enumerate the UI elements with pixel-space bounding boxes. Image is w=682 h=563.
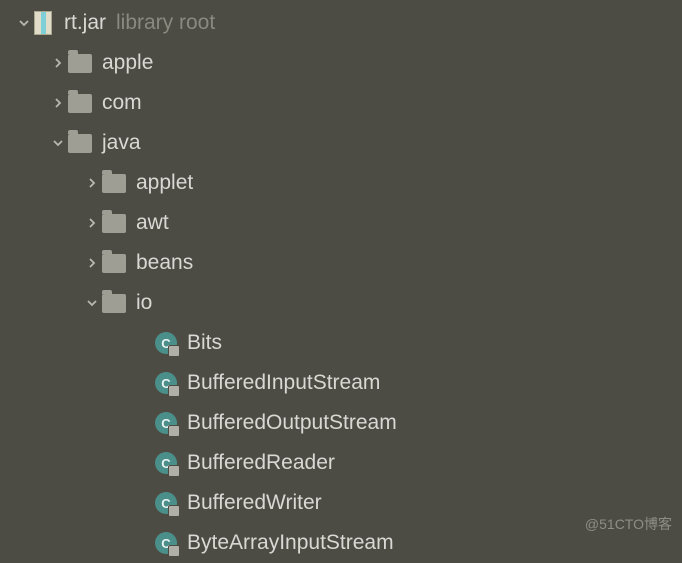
package-label: com — [102, 91, 142, 115]
package-label: apple — [102, 51, 153, 75]
tree-row-class[interactable]: C BufferedInputStream — [0, 363, 682, 403]
class-label: BufferedOutputStream — [187, 411, 397, 435]
class-icon: C — [155, 532, 177, 554]
tree-row-applet[interactable]: applet — [0, 163, 682, 203]
class-icon: C — [155, 332, 177, 354]
chevron-down-icon — [48, 137, 68, 149]
library-root-label: library root — [116, 11, 215, 35]
folder-icon — [68, 54, 92, 73]
tree-row-apple[interactable]: apple — [0, 43, 682, 83]
jar-icon — [34, 11, 52, 35]
chevron-right-icon — [82, 177, 102, 189]
package-label: java — [102, 131, 141, 155]
tree-row-class[interactable]: C BufferedReader — [0, 443, 682, 483]
tree-row-io[interactable]: io — [0, 283, 682, 323]
tree-row-class[interactable]: C BufferedWriter — [0, 483, 682, 523]
class-icon: C — [155, 412, 177, 434]
chevron-right-icon — [48, 57, 68, 69]
class-icon: C — [155, 372, 177, 394]
root-label: rt.jar — [64, 11, 106, 35]
package-label: applet — [136, 171, 193, 195]
class-label: ByteArrayInputStream — [187, 531, 394, 555]
class-label: BufferedWriter — [187, 491, 322, 515]
tree-row-class[interactable]: C BufferedOutputStream — [0, 403, 682, 443]
watermark: @51CTO博客 — [585, 514, 672, 534]
package-label: io — [136, 291, 152, 315]
tree-row-root[interactable]: rt.jar library root — [0, 3, 682, 43]
folder-icon — [102, 214, 126, 233]
chevron-right-icon — [82, 217, 102, 229]
tree-row-java[interactable]: java — [0, 123, 682, 163]
folder-icon — [68, 134, 92, 153]
folder-icon — [102, 174, 126, 193]
class-label: BufferedInputStream — [187, 371, 380, 395]
class-label: BufferedReader — [187, 451, 335, 475]
chevron-right-icon — [48, 97, 68, 109]
package-label: awt — [136, 211, 169, 235]
tree-row-class[interactable]: C Bits — [0, 323, 682, 363]
tree-row-awt[interactable]: awt — [0, 203, 682, 243]
chevron-down-icon — [14, 17, 34, 29]
class-icon: C — [155, 452, 177, 474]
tree-row-beans[interactable]: beans — [0, 243, 682, 283]
folder-icon — [68, 94, 92, 113]
class-label: Bits — [187, 331, 222, 355]
chevron-right-icon — [82, 257, 102, 269]
class-icon: C — [155, 492, 177, 514]
tree-row-com[interactable]: com — [0, 83, 682, 123]
package-label: beans — [136, 251, 193, 275]
chevron-down-icon — [82, 297, 102, 309]
tree-row-class[interactable]: C ByteArrayInputStream — [0, 523, 682, 563]
folder-icon — [102, 254, 126, 273]
folder-icon — [102, 294, 126, 313]
